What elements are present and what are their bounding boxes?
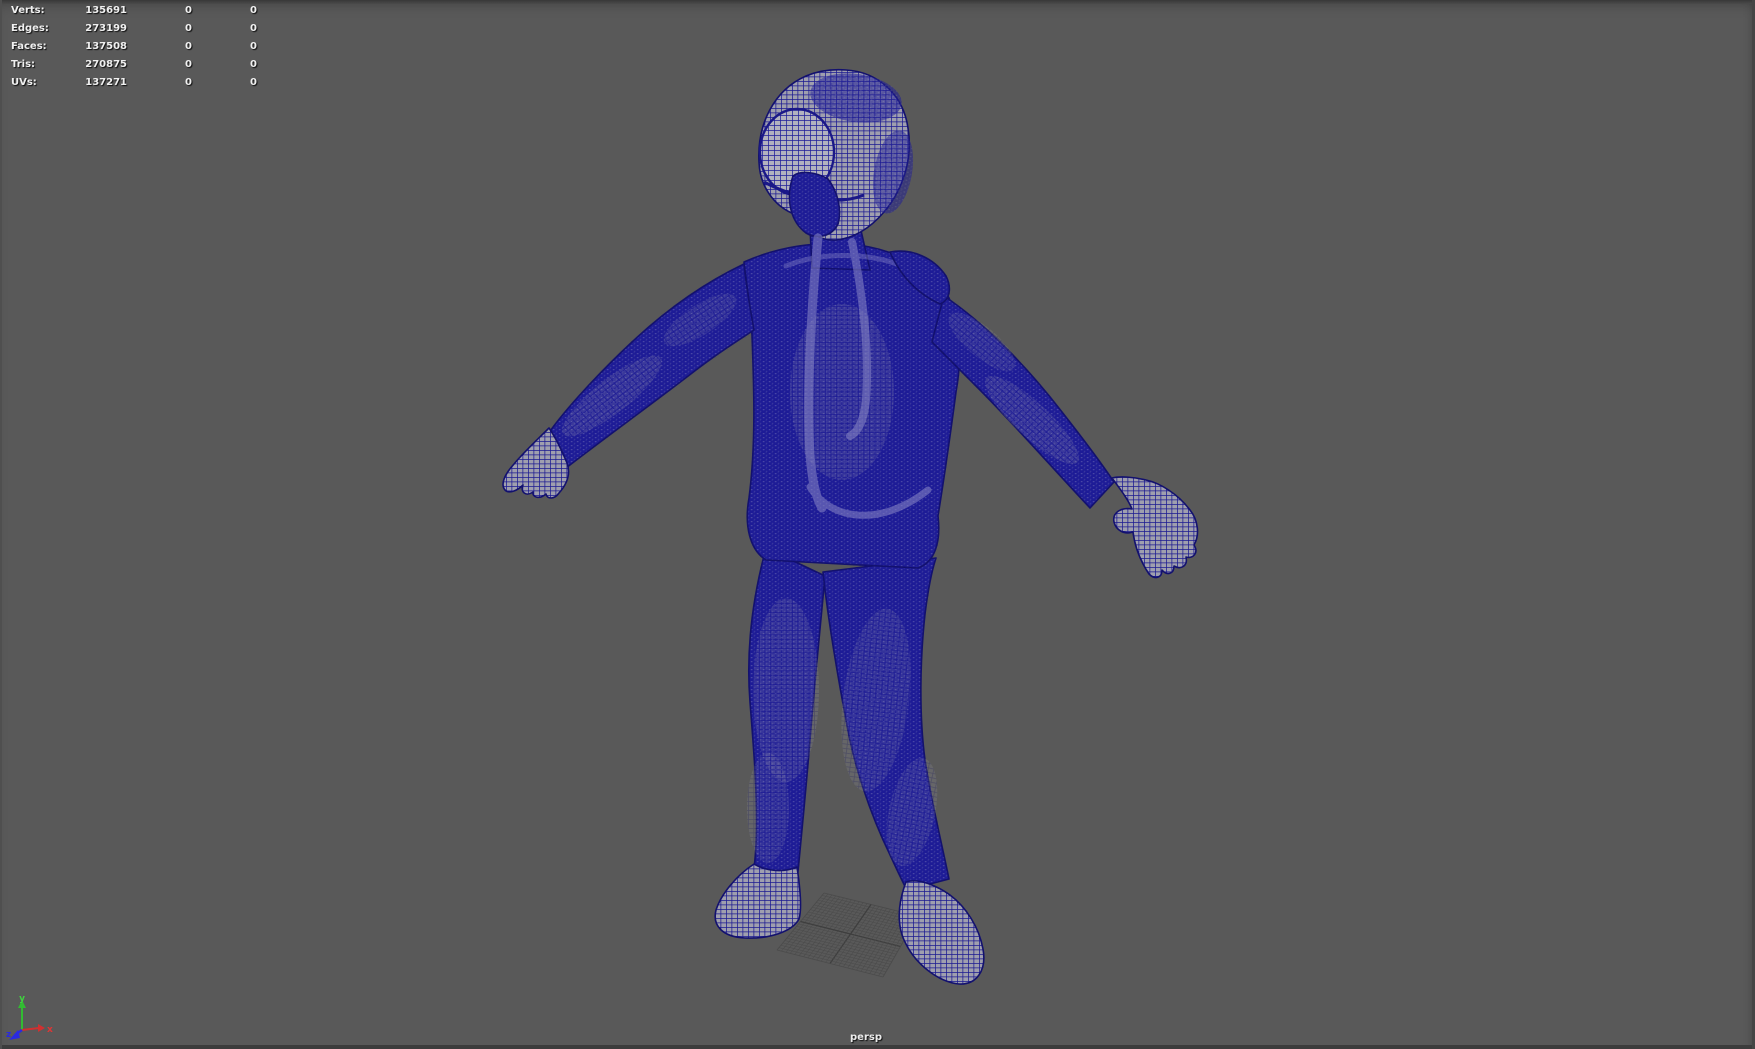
hud-value: 0 [250,77,257,88]
grid-line [782,942,888,970]
grid-line [780,944,886,973]
grid-line [776,949,884,978]
hud-value: 273199 [85,23,127,34]
grid-line [778,947,885,975]
scene-canvas[interactable]: y x z [0,0,1755,1049]
hud-value: 0 [250,5,257,16]
pilot-right-boot [898,880,985,985]
mesh-highlight [747,753,789,863]
hud-value: 270875 [85,59,127,70]
mesh-highlight [753,598,819,782]
hud-value: 137271 [85,77,127,88]
polycount-hud: Verts: 135691 0 0 Edges: 273199 0 0 Face… [0,0,280,100]
hud-value: 0 [250,23,257,34]
hud-row-faces: Faces: 137508 0 0 [0,40,280,54]
hud-label: UVs: [11,77,37,88]
grid-line [860,911,899,972]
pilot-left-boot [714,863,802,939]
viewport-border-bottom [0,1045,1755,1049]
hud-value: 0 [185,41,192,52]
hud-label: Verts: [11,5,45,16]
axis-label-x: x [47,1025,53,1035]
hud-row-verts: Verts: 135691 0 0 [0,4,280,18]
hud-value: 0 [185,23,192,34]
hud-value: 137508 [85,41,127,52]
hud-label: Tris: [11,59,36,70]
hud-label: Faces: [11,41,47,52]
viewport-3d[interactable]: Verts: 135691 0 0 Edges: 273199 0 0 Face… [0,0,1755,1049]
view-axis-gizmo: y x z [6,994,53,1040]
hud-row-uvs: UVs: 137271 0 0 [0,76,280,90]
hud-value: 0 [250,59,257,70]
hud-value: 0 [250,41,257,52]
camera-name-label: persp [850,1032,882,1043]
viewport-border-left [0,0,2,1049]
grid-line [865,912,903,973]
wireframe-pilot-model[interactable] [502,68,1199,985]
axis-label-y: y [19,994,25,1004]
hud-value: 0 [185,77,192,88]
hud-row-edges: Edges: 273199 0 0 [0,22,280,36]
pilot-right-hand [1111,476,1199,579]
hud-row-tris: Tris: 270875 0 0 [0,58,280,72]
hud-value: 0 [185,5,192,16]
hud-value: 0 [185,59,192,70]
hud-value: 135691 [85,5,127,16]
axis-label-z: z [6,1030,11,1040]
hud-label: Edges: [11,23,49,34]
